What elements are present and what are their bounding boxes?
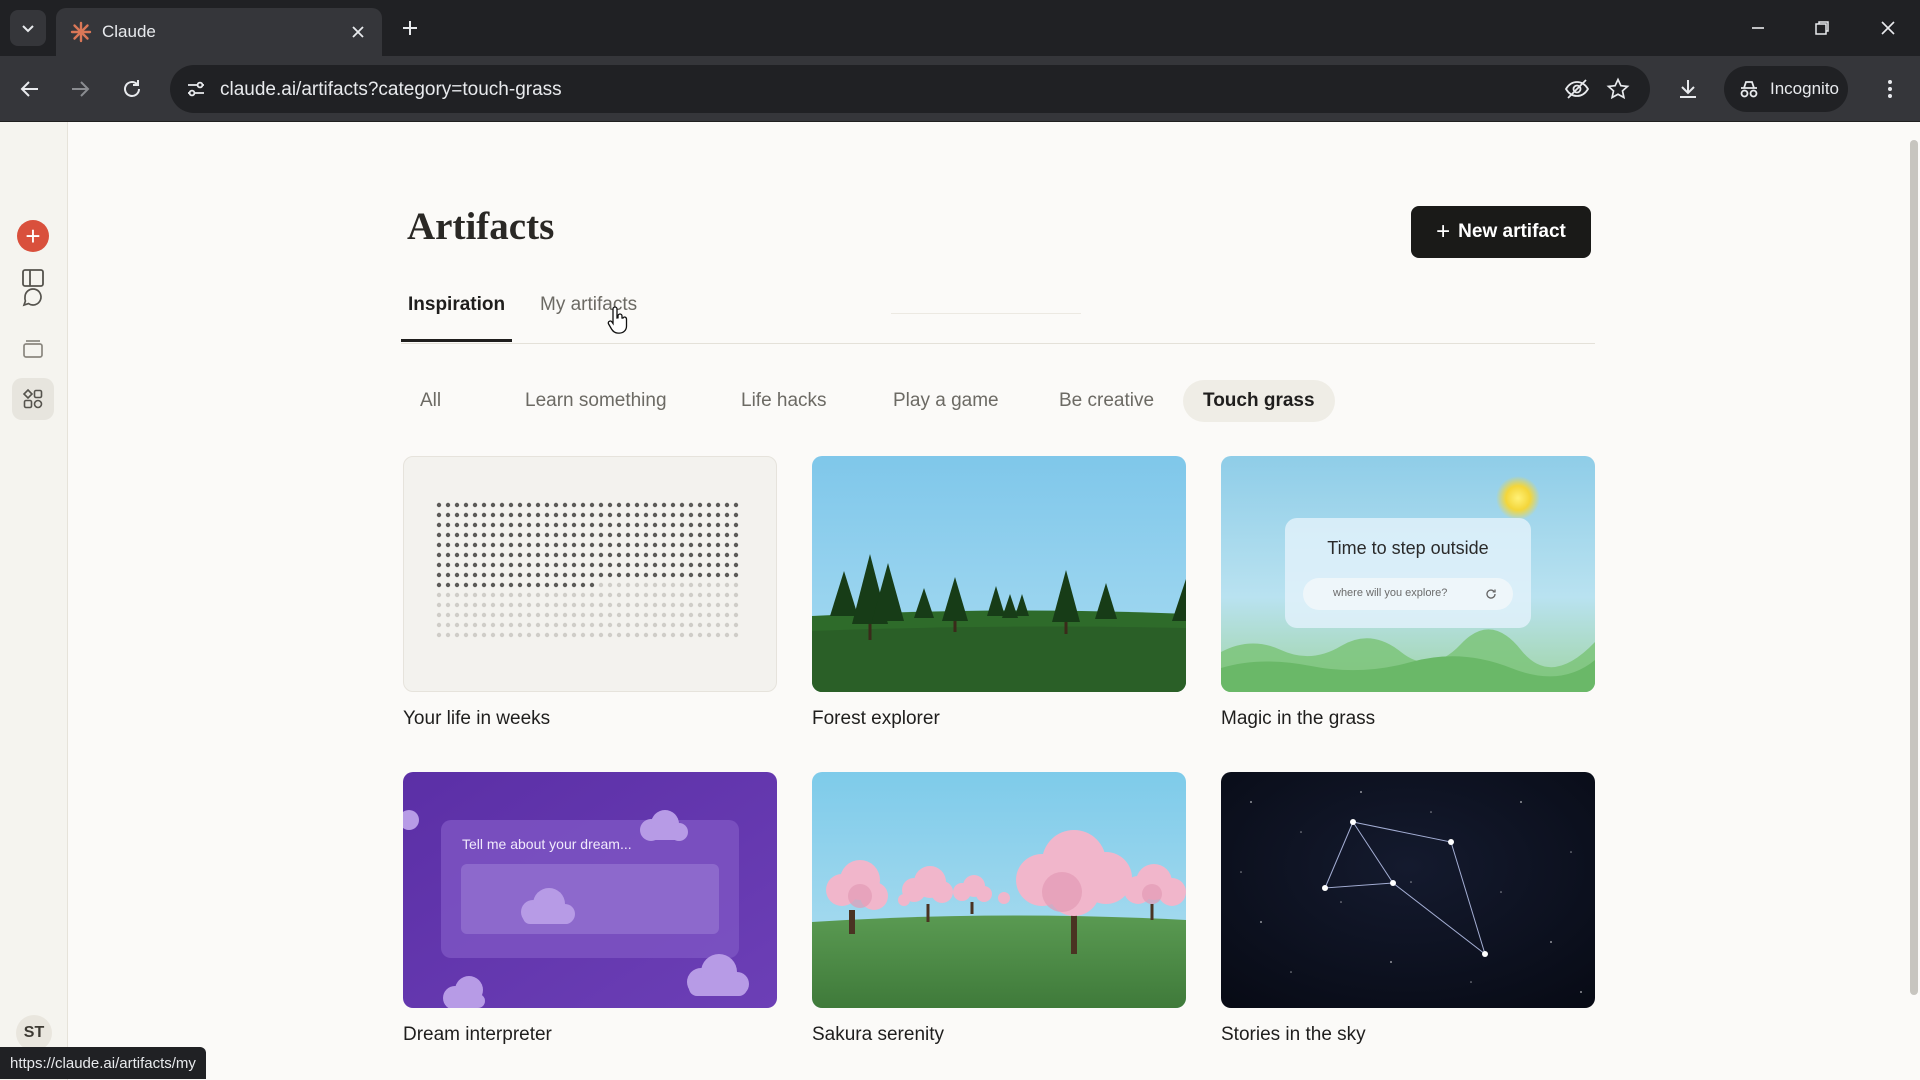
restore-icon	[1815, 21, 1829, 35]
page-scrollbar[interactable]	[1910, 140, 1918, 995]
incognito-badge[interactable]: Incognito	[1724, 66, 1848, 112]
claude-logo-icon	[70, 21, 92, 43]
artifact-card-sakura-serenity[interactable]: Sakura serenity	[812, 772, 1186, 1045]
category-be-creative[interactable]: Be creative	[1039, 380, 1174, 422]
browser-toolbar: claude.ai/artifacts?category=touch-grass…	[0, 56, 1920, 122]
incognito-icon	[1740, 81, 1758, 98]
plus-icon	[403, 21, 417, 35]
browser-tab[interactable]: Claude	[56, 8, 382, 56]
menu-icon	[1888, 80, 1892, 98]
projects-button[interactable]	[12, 328, 54, 370]
card-thumbnail: Time to step outside where will you expl…	[1221, 456, 1595, 692]
card-label: Stories in the sky	[1221, 1024, 1366, 1045]
dream-scene	[403, 772, 777, 1008]
download-icon	[1680, 80, 1696, 98]
close-window-button[interactable]	[1868, 12, 1908, 44]
reload-button[interactable]	[116, 73, 148, 105]
card-thumbnail	[812, 456, 1186, 692]
chat-icon	[22, 288, 42, 307]
forward-button[interactable]	[64, 73, 96, 105]
app-sidebar: + ST	[0, 122, 68, 1080]
tabs-divider	[891, 313, 1081, 314]
category-learn-something[interactable]: Learn something	[505, 380, 687, 422]
new-chat-button[interactable]: +	[17, 220, 49, 252]
magic-input: where will you explore?	[1303, 578, 1513, 610]
hand-cursor-icon	[607, 306, 628, 334]
category-touch-grass[interactable]: Touch grass	[1183, 380, 1335, 422]
artifacts-icon	[22, 388, 43, 409]
magic-heading: Time to step outside	[1327, 538, 1489, 558]
card-label: Sakura serenity	[812, 1024, 945, 1045]
category-all[interactable]: All	[400, 380, 461, 422]
eye-off-icon[interactable]	[1564, 77, 1590, 101]
artifact-card-stories-in-the-sky[interactable]: Stories in the sky	[1221, 772, 1595, 1045]
back-button[interactable]	[14, 73, 46, 105]
minimize-icon	[1752, 27, 1764, 29]
new-artifact-button[interactable]: + New artifact	[1411, 206, 1591, 258]
projects-icon	[23, 340, 43, 358]
artifact-card-forest-explorer[interactable]: Forest explorer	[812, 456, 1186, 729]
card-thumbnail	[812, 772, 1186, 1008]
weeks-dot-grid	[436, 502, 739, 638]
artifact-card-magic-in-the-grass[interactable]: Time to step outside where will you expl…	[1221, 456, 1595, 729]
close-icon	[1881, 21, 1895, 35]
address-bar[interactable]: claude.ai/artifacts?category=touch-grass	[170, 65, 1650, 113]
card-thumbnail	[1221, 772, 1595, 1008]
site-settings-icon[interactable]	[184, 77, 208, 101]
back-icon	[20, 81, 38, 97]
card-thumbnail: Tell me about your dream...	[403, 772, 777, 1008]
tab-inspiration[interactable]: Inspiration	[401, 294, 513, 342]
url-text: claude.ai/artifacts?category=touch-grass	[220, 79, 562, 100]
plus-icon: +	[1436, 218, 1451, 245]
browser-menu-button[interactable]	[1874, 73, 1906, 105]
magic-input-placeholder: where will you explore?	[1333, 587, 1448, 599]
forward-icon	[72, 81, 90, 97]
constellation-scene	[1221, 772, 1595, 1008]
dream-prompt: Tell me about your dream...	[462, 836, 632, 852]
forest-scene	[812, 456, 1186, 692]
plus-icon: +	[25, 221, 41, 251]
category-play-a-game[interactable]: Play a game	[873, 380, 1019, 422]
tab-list-icon	[22, 25, 34, 33]
sakura-scene	[812, 772, 1186, 1008]
minimize-button[interactable]	[1738, 12, 1778, 44]
refresh-icon	[1486, 589, 1496, 599]
artifacts-button[interactable]	[12, 378, 54, 420]
restore-button[interactable]	[1802, 12, 1842, 44]
card-thumbnail	[403, 456, 777, 692]
browser-tab-bar: Claude	[0, 0, 1920, 56]
tab-list-button[interactable]	[10, 10, 46, 46]
status-bar-url: https://claude.ai/artifacts/my	[0, 1047, 206, 1079]
artifact-card-dream-interpreter[interactable]: Tell me about your dream... Dream interp…	[403, 772, 777, 1045]
incognito-label: Incognito	[1770, 79, 1839, 98]
page-title: Artifacts	[407, 205, 555, 248]
category-life-hacks[interactable]: Life hacks	[721, 380, 847, 422]
tab-title: Claude	[102, 22, 156, 41]
card-label: Forest explorer	[812, 708, 940, 729]
new-tab-button[interactable]	[396, 14, 424, 42]
downloads-button[interactable]	[1672, 73, 1704, 105]
chats-button[interactable]	[12, 276, 54, 318]
magic-prompt-panel: Time to step outside where will you expl…	[1285, 518, 1531, 628]
reload-icon	[124, 80, 140, 97]
avatar[interactable]: ST	[16, 1015, 52, 1051]
new-artifact-label: New artifact	[1458, 221, 1566, 242]
artifact-tabs: Inspiration My artifacts	[401, 286, 1595, 344]
star-icon[interactable]	[1606, 77, 1630, 101]
card-label: Magic in the grass	[1221, 708, 1376, 729]
artifact-card-life-in-weeks[interactable]: Your life in weeks	[403, 456, 777, 729]
close-tab-button[interactable]	[346, 20, 370, 44]
card-label: Dream interpreter	[403, 1024, 552, 1045]
close-icon	[352, 26, 364, 38]
card-label: Your life in weeks	[403, 708, 551, 729]
